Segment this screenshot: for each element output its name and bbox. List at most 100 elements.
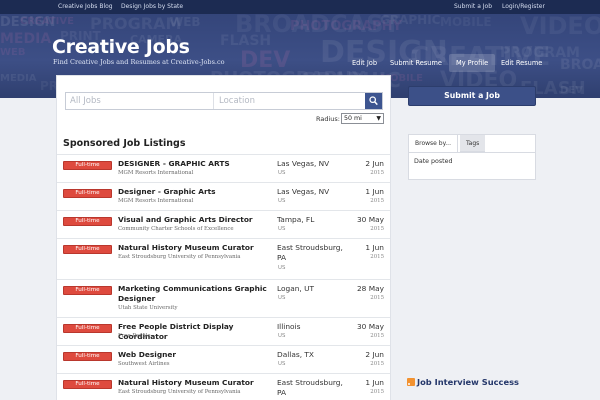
blog-link[interactable]: Creative Jobs Blog	[58, 3, 113, 10]
background-word: BROADCAST	[560, 57, 600, 73]
job-row[interactable]: Full-time Web Designer Southwest Airline…	[57, 345, 390, 373]
job-country: US	[278, 295, 286, 301]
job-location: East Stroudsburg, PA	[277, 243, 343, 262]
submit-job-button[interactable]: Submit a Job	[408, 86, 536, 106]
background-word: PROGRAM	[90, 14, 182, 33]
job-date: 1 Jun	[365, 378, 384, 387]
background-word: MOBILE	[440, 15, 492, 29]
job-company: Southwest Airlines	[118, 361, 170, 367]
job-date: 1 Jun	[365, 187, 384, 196]
job-year: 2015	[370, 361, 384, 367]
location-input[interactable]: Location	[215, 93, 363, 109]
site-title[interactable]: Creative Jobs	[52, 36, 190, 58]
jobs-by-state-link[interactable]: Design Jobs by State	[121, 3, 183, 10]
site-tagline: Find Creative Jobs and Resumes at Creati…	[53, 58, 225, 66]
job-company: Community Charter Schools of Excellence	[118, 226, 234, 232]
job-company: MGM Resorts International	[118, 170, 194, 176]
job-year: 2015	[370, 170, 384, 176]
job-country: US	[278, 361, 286, 367]
top-bar: Creative Jobs Blog Design Jobs by State …	[0, 0, 600, 14]
job-type-badge: Full-time	[63, 380, 112, 389]
job-row[interactable]: Full-time Natural History Museum Curator…	[57, 373, 390, 400]
job-location: Logan, UT	[277, 284, 315, 293]
job-year: 2015	[370, 226, 384, 232]
job-company: MGM Resorts International	[118, 198, 194, 204]
search-button[interactable]	[365, 93, 382, 109]
job-type-badge: Full-time	[63, 217, 112, 226]
background-word: VIDEO	[520, 14, 600, 40]
background-word: MEDIA	[0, 73, 37, 84]
job-country: US	[278, 170, 286, 176]
background-word: CREATIVE	[20, 16, 74, 27]
section-title: Sponsored Job Listings	[63, 138, 186, 149]
job-row[interactable]: Full-time Marketing Communications Graph…	[57, 279, 390, 317]
job-title[interactable]: Natural History Museum Curator	[118, 378, 276, 388]
job-title[interactable]: Visual and Graphic Arts Director	[118, 215, 276, 225]
job-type-badge: Full-time	[63, 161, 112, 170]
job-date: 30 May	[356, 322, 384, 331]
job-title[interactable]: DESIGNER - GRAPHIC ARTS	[118, 159, 276, 169]
feed-title-text: Job Interview Success	[417, 377, 519, 387]
nav-submit-resume[interactable]: Submit Resume	[383, 54, 449, 72]
job-type-badge: Full-time	[63, 245, 112, 254]
submit-job-link[interactable]: Submit a Job	[454, 3, 492, 10]
login-register-link[interactable]: Login/Register	[502, 3, 545, 10]
browse-tabs: Browse by... Tags Date posted	[408, 134, 536, 180]
job-date: 28 May	[356, 284, 384, 293]
job-date: 2 Jun	[365, 350, 384, 359]
job-title[interactable]: Free People District Display Coordinator	[118, 322, 283, 342]
background-word: MEDIA	[0, 31, 52, 47]
job-company: Utah State University	[118, 305, 178, 311]
job-company: Free People	[118, 333, 151, 339]
radius-value: 50 mi	[344, 115, 362, 122]
background-word: WEB	[170, 15, 201, 29]
radius-select[interactable]: 50 mi ▼	[341, 113, 384, 124]
nav-edit-resume[interactable]: Edit Resume	[494, 54, 549, 72]
job-company: East Stroudsburg University of Pennsylva…	[118, 389, 241, 395]
job-country: US	[278, 198, 286, 204]
tab-browse-by[interactable]: Browse by...	[409, 135, 458, 152]
job-location: Las Vegas, NV	[277, 159, 330, 168]
job-location: Dallas, TX	[277, 350, 314, 359]
job-year: 2015	[370, 389, 384, 395]
tab-panel: Date posted	[409, 152, 535, 170]
job-location: East Stroudsburg, PA	[277, 378, 343, 397]
tab-tags[interactable]: Tags	[460, 135, 486, 152]
job-location: Tampa, FL	[277, 215, 315, 224]
job-year: 2015	[370, 254, 384, 260]
date-posted-link[interactable]: Date posted	[414, 158, 530, 165]
radius-label: Radius:	[316, 115, 340, 123]
job-company: East Stroudsburg University of Pennsylva…	[118, 254, 241, 260]
job-date: 30 May	[356, 215, 384, 224]
job-date: 1 Jun	[365, 243, 384, 252]
job-type-badge: Full-time	[63, 286, 112, 295]
job-row[interactable]: Full-time Designer - Graphic Arts MGM Re…	[57, 182, 390, 210]
job-row[interactable]: Full-time DESIGNER - GRAPHIC ARTS MGM Re…	[57, 154, 390, 182]
background-word: DEV	[560, 85, 583, 96]
chevron-down-icon: ▼	[376, 115, 381, 122]
nav-edit-job[interactable]: Edit Job	[345, 54, 384, 72]
search-bar: All Jobs Location	[65, 92, 383, 110]
nav-my-profile[interactable]: My Profile	[449, 54, 496, 72]
job-country: US	[278, 226, 286, 232]
job-row[interactable]: Full-time Natural History Museum Curator…	[57, 238, 390, 279]
job-title[interactable]: Web Designer	[118, 350, 276, 360]
job-date: 2 Jun	[365, 159, 384, 168]
job-title[interactable]: Natural History Museum Curator	[118, 243, 276, 253]
job-type-badge: Full-time	[63, 352, 112, 361]
job-row[interactable]: Full-time Free People District Display C…	[57, 317, 390, 345]
jobs-search-input[interactable]: All Jobs	[66, 93, 214, 109]
job-type-badge: Full-time	[63, 324, 112, 333]
job-year: 2015	[370, 198, 384, 204]
background-word: FLASH	[220, 33, 272, 49]
job-title[interactable]: Designer - Graphic Arts	[118, 187, 276, 197]
background-word: GRAPHIC	[380, 14, 441, 27]
feed-title[interactable]: Job Interview Success	[407, 377, 519, 387]
main-panel: All Jobs Location Radius: 50 mi ▼ Sponso…	[56, 75, 391, 400]
job-title[interactable]: Marketing Communications Graphic Designe…	[118, 284, 276, 304]
job-row[interactable]: Full-time Visual and Graphic Arts Direct…	[57, 210, 390, 238]
job-type-badge: Full-time	[63, 189, 112, 198]
job-location: Las Vegas, NV	[277, 187, 330, 196]
rss-icon	[407, 378, 415, 386]
job-country: US	[278, 333, 286, 339]
